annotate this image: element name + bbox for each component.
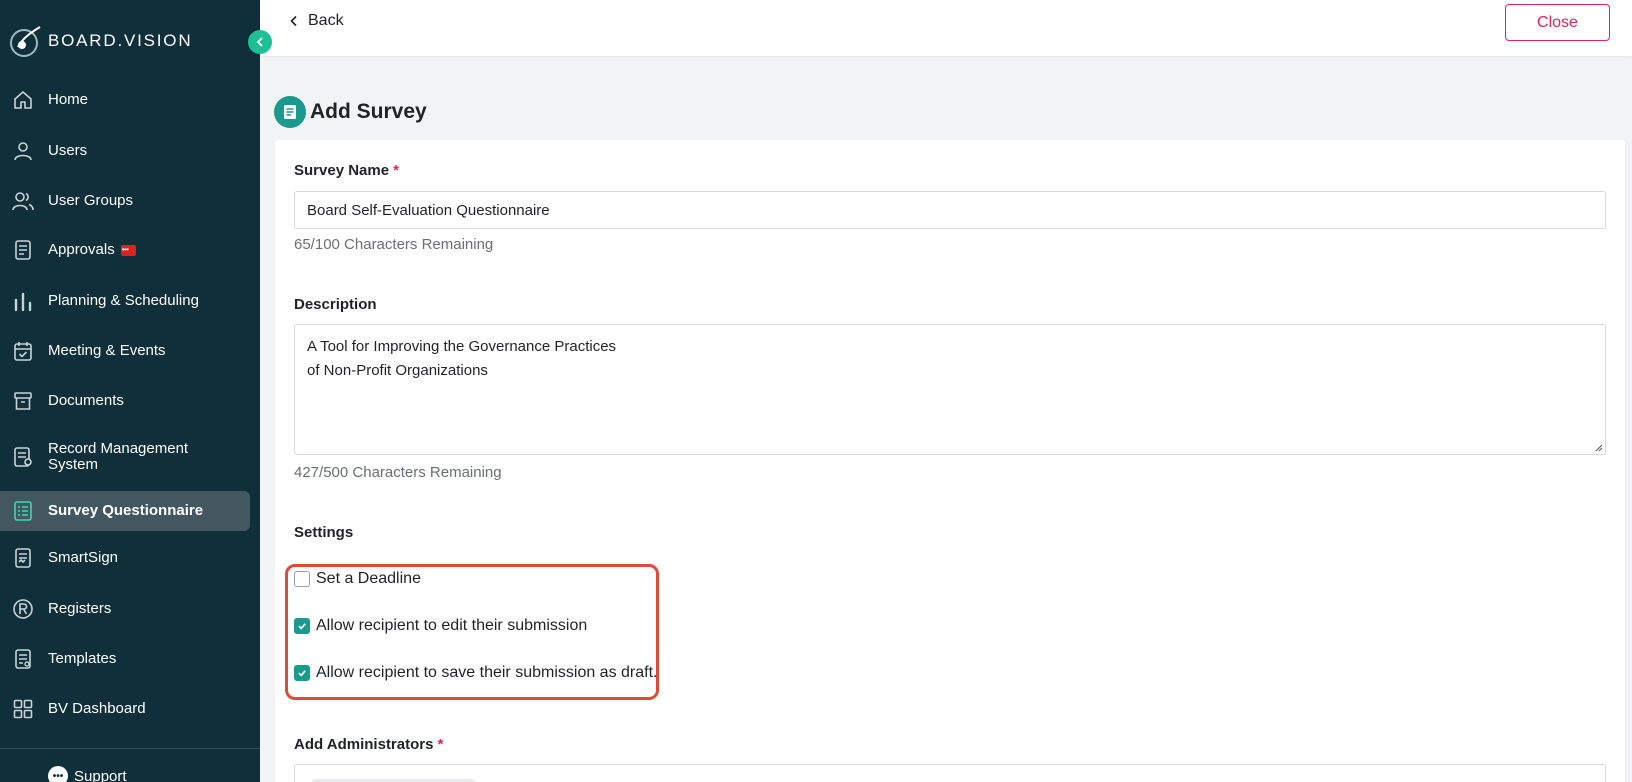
sidebar-item-label: Planning & Scheduling — [48, 292, 199, 309]
sidebar-item-label: Record Management System — [48, 440, 189, 473]
survey-name-label: Survey Name * — [294, 162, 399, 179]
chat-bubble-icon: ••• — [48, 766, 68, 782]
close-button[interactable]: Close — [1505, 4, 1610, 41]
approvals-icon — [11, 238, 35, 262]
back-label: Back — [308, 12, 344, 29]
checkbox-label: Allow recipient to save their submission… — [316, 664, 658, 681]
description-line: of Non-Profit Organizations — [307, 362, 488, 379]
registered-r-icon — [11, 597, 35, 621]
survey-name-input[interactable]: Board Self-Evaluation Questionnaire — [294, 191, 1606, 229]
sidebar-item-smartsign[interactable]: SmartSign — [0, 546, 260, 570]
page-header: Add Survey — [274, 96, 427, 128]
description-line: A Tool for Improving the Governance Prac… — [307, 338, 617, 355]
description-counter: 427/500 Characters Remaining — [294, 464, 502, 481]
sidebar-item-registers[interactable]: Registers — [0, 597, 260, 621]
chevron-left-icon — [290, 15, 297, 27]
sidebar-item-label: BV Dashboard — [48, 700, 146, 717]
sidebar-item-meeting-events[interactable]: Meeting & Events — [0, 339, 260, 363]
add-administrators-label: Add Administrators * — [294, 736, 444, 753]
survey-title-icon — [274, 96, 306, 128]
required-asterisk: * — [437, 736, 444, 753]
sidebar-item-label: Registers — [48, 600, 112, 617]
calendar-check-icon — [11, 339, 35, 363]
board-vision-logo-icon — [10, 26, 41, 57]
back-button[interactable]: Back — [290, 12, 344, 30]
sidebar-item-users[interactable]: Users — [0, 139, 260, 163]
sidebar-collapse-button[interactable] — [248, 30, 272, 54]
sidebar-item-label: User Groups — [48, 192, 134, 209]
survey-list-icon — [11, 499, 35, 523]
grid-dashboard-icon — [11, 697, 35, 721]
template-document-icon — [11, 647, 35, 671]
brand-name: BOARD.VISION — [48, 31, 193, 50]
description-label: Description — [294, 296, 377, 313]
checkbox-checked-icon[interactable] — [294, 665, 310, 681]
sidebar-item-label: Home — [48, 91, 89, 108]
sidebar: BOARD.VISION Home Users User Groups Appr… — [0, 0, 260, 782]
sidebar-item-label: Templates — [48, 650, 117, 667]
record-document-icon — [11, 445, 35, 469]
sidebar-item-bv-dashboard[interactable]: BV Dashboard — [0, 697, 260, 721]
top-bar: Back Close — [260, 0, 1632, 56]
settings-label: Settings — [294, 524, 354, 541]
brand[interactable]: BOARD.VISION — [8, 22, 192, 60]
home-icon — [11, 88, 35, 112]
bar-chart-icon — [11, 289, 35, 313]
sidebar-item-templates[interactable]: Templates — [0, 647, 260, 671]
description-textarea[interactable]: A Tool for Improving the Governance Prac… — [294, 324, 1606, 455]
checkbox-label: Allow recipient to edit their submission — [316, 617, 588, 634]
user-group-icon — [11, 189, 35, 213]
required-asterisk: * — [393, 162, 399, 179]
sidebar-item-home[interactable]: Home — [0, 88, 260, 112]
sidebar-item-label: Approvals — [48, 242, 136, 258]
sidebar-item-approvals[interactable]: Approvals — [0, 238, 260, 262]
sidebar-item-label: Survey Questionnaire — [48, 502, 204, 519]
sidebar-item-planning-scheduling[interactable]: Planning & Scheduling — [0, 289, 260, 313]
allow-edit-submission-checkbox[interactable]: Allow recipient to edit their submission — [294, 617, 587, 635]
notification-badge-icon — [120, 242, 136, 258]
sidebar-item-label: SmartSign — [48, 549, 119, 566]
sidebar-item-user-groups[interactable]: User Groups — [0, 189, 260, 213]
survey-form-card: Survey Name * Board Self-Evaluation Quest… — [275, 140, 1625, 782]
survey-name-counter: 65/100 Characters Remaining — [294, 236, 494, 253]
sidebar-item-label: Documents — [48, 392, 124, 409]
support-button[interactable]: ••• Support — [48, 766, 127, 782]
checkbox-checked-icon[interactable] — [294, 618, 310, 634]
sidebar-item-label: Users — [48, 142, 88, 159]
sidebar-item-survey-questionnaire[interactable]: Survey Questionnaire — [0, 491, 250, 531]
checkbox-label: Set a Deadline — [316, 570, 421, 587]
archive-box-icon — [11, 389, 35, 413]
set-deadline-checkbox[interactable]: Set a Deadline — [294, 570, 421, 588]
resize-grip-icon[interactable] — [1593, 442, 1603, 452]
page-title: Add Survey — [310, 100, 427, 123]
chevron-left-icon — [256, 37, 263, 47]
support-label: Support — [74, 767, 127, 782]
sidebar-item-label: Meeting & Events — [48, 342, 166, 359]
administrators-select[interactable] — [294, 764, 1606, 782]
user-icon — [11, 139, 35, 163]
sidebar-divider — [0, 748, 260, 749]
allow-save-draft-checkbox[interactable]: Allow recipient to save their submission… — [294, 664, 657, 682]
checkbox-unchecked-icon[interactable] — [294, 571, 310, 587]
sidebar-item-record-management[interactable]: Record Management System — [0, 440, 260, 474]
sidebar-item-documents[interactable]: Documents — [0, 389, 260, 413]
smartsign-document-icon — [11, 546, 35, 570]
